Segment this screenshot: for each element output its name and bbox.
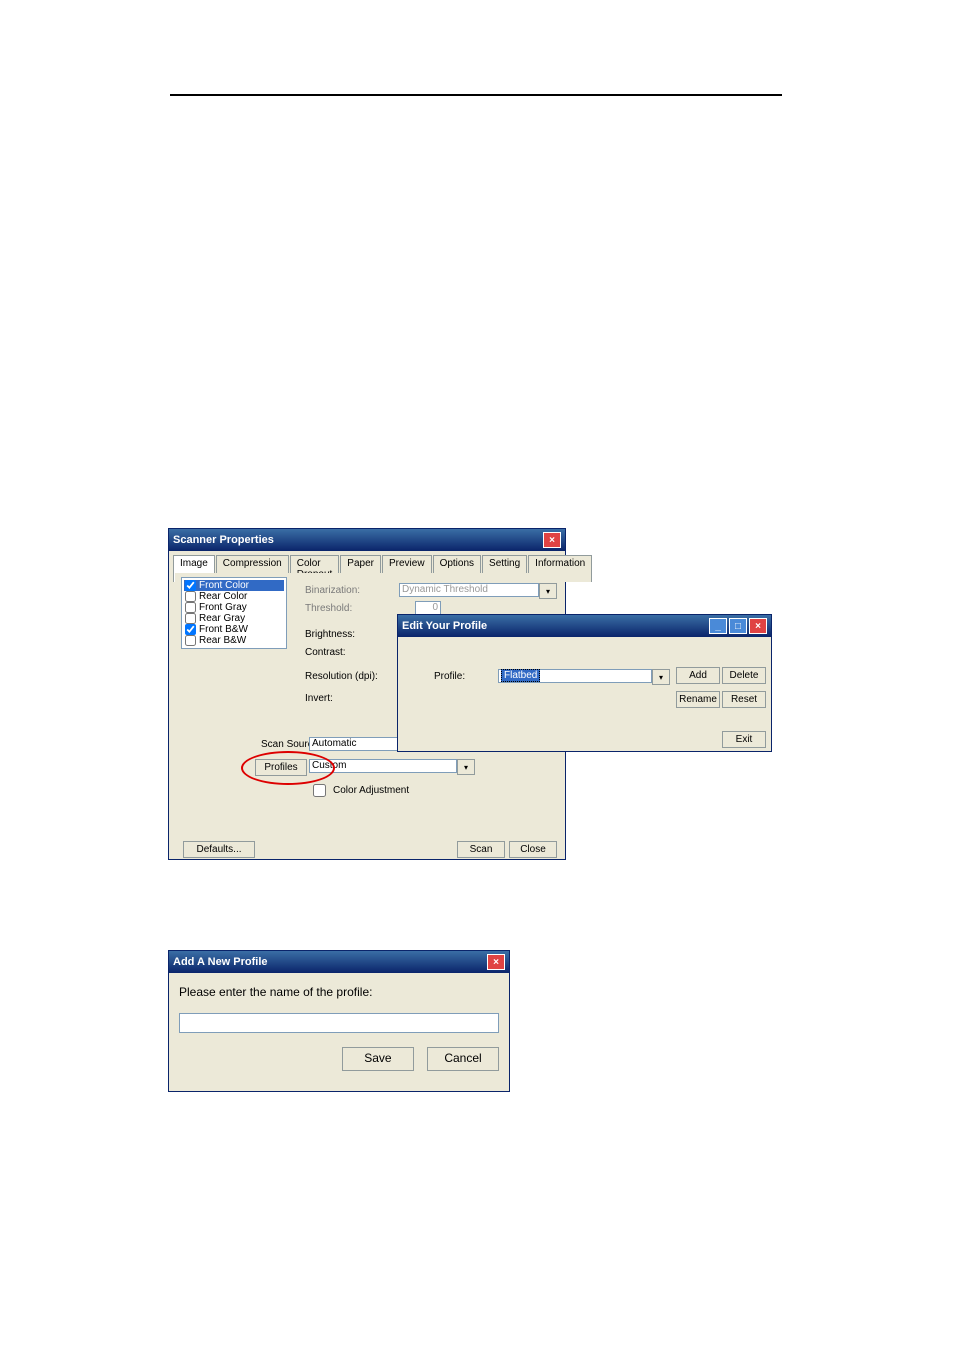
rename-button[interactable]: Rename — [676, 691, 720, 708]
edit-profile-title: Edit Your Profile — [402, 620, 487, 632]
threshold-label: Threshold: — [305, 603, 352, 614]
check-rear-bw[interactable]: Rear B&W — [184, 635, 284, 646]
maximize-icon[interactable]: □ — [729, 618, 747, 634]
add-profile-title: Add A New Profile — [173, 956, 268, 968]
scanner-titlebar: Scanner Properties × — [169, 529, 565, 551]
binarization-select[interactable]: Dynamic Threshold — [399, 583, 539, 597]
horizontal-rule — [170, 94, 782, 96]
invert-label: Invert: — [305, 693, 333, 704]
check-rear-gray[interactable]: Rear Gray — [184, 613, 284, 624]
color-adjustment-row: Color Adjustment — [309, 781, 409, 800]
reset-button[interactable]: Reset — [722, 691, 766, 708]
chevron-down-icon[interactable]: ▾ — [457, 759, 475, 775]
check-front-gray[interactable]: Front Gray — [184, 602, 284, 613]
check-front-bw[interactable]: Front B&W — [184, 624, 284, 635]
minimize-icon[interactable]: _ — [709, 618, 727, 634]
add-profile-window: Add A New Profile × Please enter the nam… — [168, 950, 510, 1092]
binarization-label: Binarization: — [305, 585, 360, 596]
profile-name-input[interactable] — [179, 1013, 499, 1033]
color-adjustment-checkbox[interactable] — [313, 784, 326, 797]
annotation-ellipse — [241, 751, 335, 785]
chevron-down-icon[interactable]: ▾ — [652, 669, 670, 685]
chevron-down-icon[interactable]: ▾ — [539, 583, 557, 599]
color-adjustment-label: Color Adjustment — [333, 785, 409, 796]
profile-select[interactable]: Flatbed — [498, 669, 652, 683]
save-button[interactable]: Save — [342, 1047, 414, 1071]
add-profile-prompt: Please enter the name of the profile: — [179, 985, 499, 999]
close-icon[interactable]: × — [487, 954, 505, 970]
brightness-label: Brightness: — [305, 629, 355, 640]
close-icon[interactable]: × — [749, 618, 767, 634]
close-button[interactable]: Close — [509, 841, 557, 858]
defaults-button[interactable]: Defaults... — [183, 841, 255, 858]
scan-button[interactable]: Scan — [457, 841, 505, 858]
threshold-input[interactable]: 0 — [415, 601, 441, 615]
add-profile-titlebar: Add A New Profile × — [169, 951, 509, 973]
cancel-button[interactable]: Cancel — [427, 1047, 499, 1071]
profile-label: Profile: — [434, 671, 465, 682]
edit-profile-window: Edit Your Profile _ □ × Profile: Flatbed… — [397, 614, 772, 752]
check-rear-color[interactable]: Rear Color — [184, 591, 284, 602]
image-type-list: Front Color Rear Color Front Gray Rear G… — [181, 577, 287, 649]
edit-profile-titlebar: Edit Your Profile _ □ × — [398, 615, 771, 637]
contrast-label: Contrast: — [305, 647, 346, 658]
exit-button[interactable]: Exit — [722, 731, 766, 748]
check-front-color[interactable]: Front Color — [184, 580, 284, 591]
delete-button[interactable]: Delete — [722, 667, 766, 684]
scanner-title: Scanner Properties — [173, 534, 274, 546]
resolution-label: Resolution (dpi): — [305, 671, 378, 682]
close-icon[interactable]: × — [543, 532, 561, 548]
add-button[interactable]: Add — [676, 667, 720, 684]
